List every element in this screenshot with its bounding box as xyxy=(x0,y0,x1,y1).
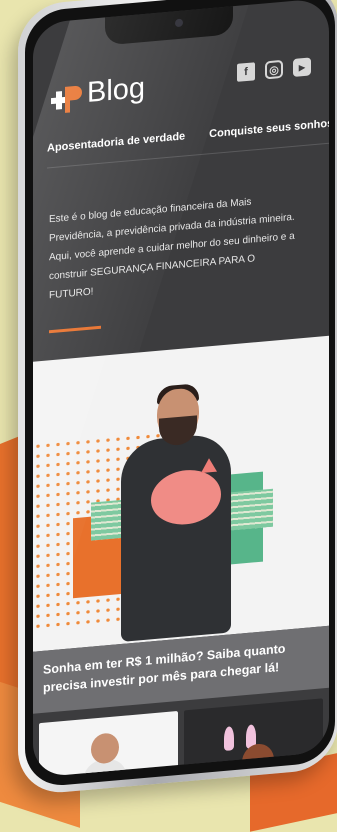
piggy-bank-ear xyxy=(201,457,217,473)
post-card[interactable] xyxy=(184,698,323,778)
intro-text: Este é o blog de educação financeira da … xyxy=(49,196,295,302)
tab-conquiste[interactable]: Conquiste seus sonhos xyxy=(209,117,329,168)
camera-icon xyxy=(175,18,183,28)
facebook-icon[interactable]: f xyxy=(237,62,255,82)
accent-divider xyxy=(49,325,101,334)
category-nav: Aposentadoria de verdade Conquiste seus … xyxy=(47,114,329,182)
featured-post-image[interactable] xyxy=(33,335,329,652)
phone-screen: Blog f ◎ ▶ Aposentadoria de verdade Conq… xyxy=(33,0,329,778)
instagram-icon[interactable]: ◎ xyxy=(265,59,283,80)
money-stack xyxy=(229,488,273,531)
phone-mockup: Blog f ◎ ▶ Aposentadoria de verdade Conq… xyxy=(0,0,337,798)
logo-icon[interactable] xyxy=(51,83,83,116)
bunny-ear xyxy=(224,726,234,751)
youtube-icon[interactable]: ▶ xyxy=(293,57,311,77)
phone-frame: Blog f ◎ ▶ Aposentadoria de verdade Conq… xyxy=(18,0,337,797)
post-card[interactable] xyxy=(39,711,178,778)
brand-title[interactable]: Blog xyxy=(87,72,145,110)
social-links: f ◎ ▶ xyxy=(237,57,311,82)
phone-bezel: Blog f ◎ ▶ Aposentadoria de verdade Conq… xyxy=(25,0,335,789)
person-head xyxy=(242,742,274,778)
